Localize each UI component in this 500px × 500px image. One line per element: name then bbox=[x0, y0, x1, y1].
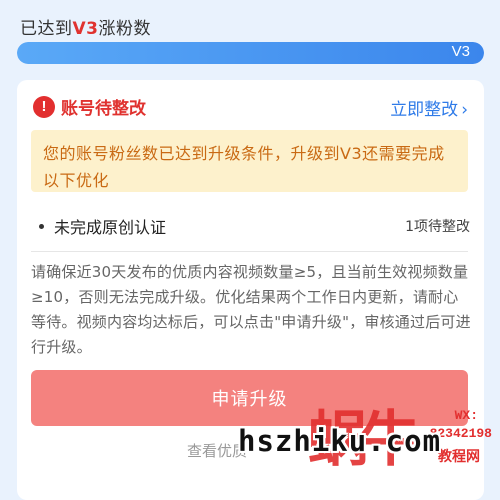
fix-now-link[interactable]: 立即整改 › bbox=[390, 95, 468, 120]
progress-title-suffix: 涨粉数 bbox=[98, 19, 151, 39]
chevron-right-icon: › bbox=[461, 100, 468, 120]
fans-progress-bar: V3 bbox=[17, 42, 484, 64]
progress-fill bbox=[17, 42, 484, 64]
requirements-description: 请确保近30天发布的优质内容视频数量≥5，且当前生效视频数量≥10，否则无法完成… bbox=[31, 263, 471, 356]
progress-title: 已达到V3涨粉数 bbox=[20, 14, 151, 39]
divider bbox=[31, 251, 468, 252]
upgrade-notice: 您的账号粉丝数已达到升级条件，升级到V3还需要完成以下优化 bbox=[31, 130, 468, 192]
progress-end-label: V3 bbox=[451, 43, 470, 60]
watermark-wx: WX: bbox=[454, 408, 478, 423]
card-title: 账号待整改 bbox=[61, 99, 146, 119]
progress-title-level: V3 bbox=[72, 19, 99, 39]
pending-item-label: 未完成原创认证 bbox=[54, 218, 167, 237]
watermark-text: hszhiku.com bbox=[238, 424, 442, 458]
progress-title-prefix: 已达到 bbox=[20, 19, 73, 39]
card-header: ! 账号待整改 bbox=[33, 94, 146, 119]
watermark-subtitle: 教程网 bbox=[438, 449, 480, 465]
pending-item-left: 未完成原创认证 bbox=[33, 214, 166, 238]
fix-now-label: 立即整改 bbox=[390, 100, 459, 120]
bullet-icon bbox=[39, 223, 44, 229]
pending-item-status: 1项待整改 bbox=[405, 219, 470, 235]
pending-item-row[interactable]: 未完成原创认证 1项待整改 bbox=[33, 214, 470, 238]
exclamation-icon: ! bbox=[33, 95, 55, 118]
